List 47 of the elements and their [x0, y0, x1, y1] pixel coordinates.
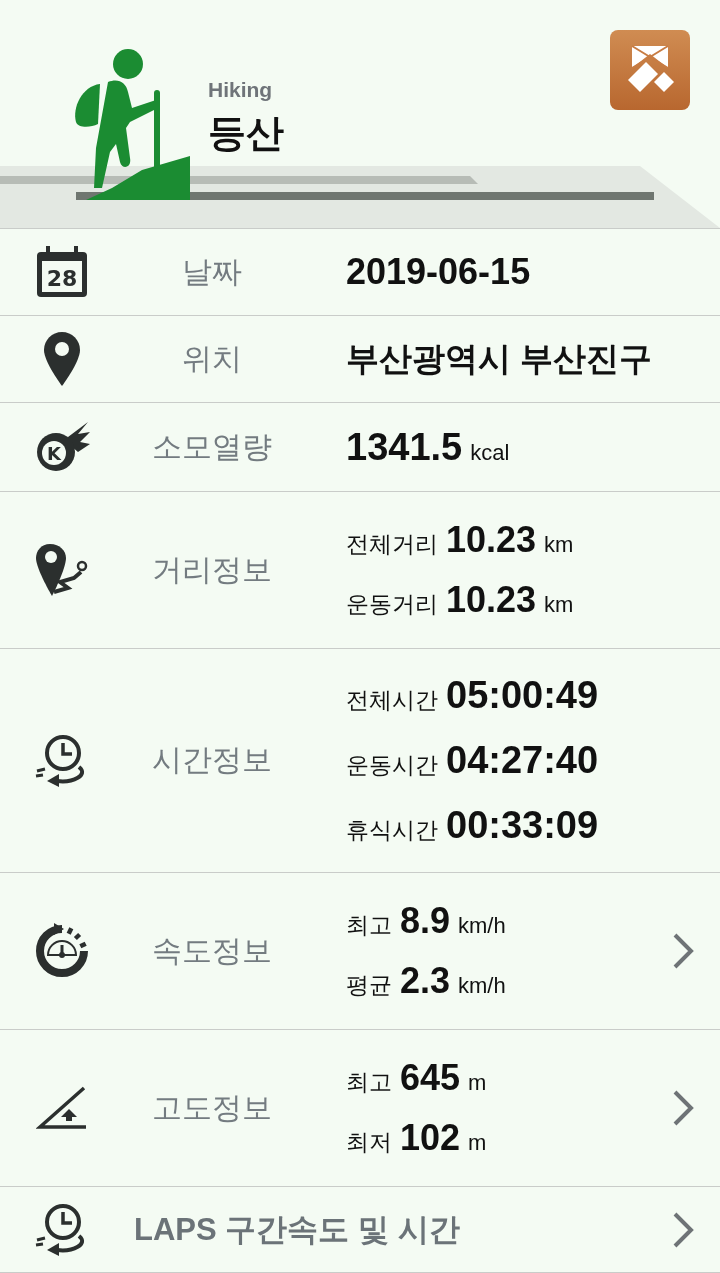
row-value: 부산광역시 부산진구 — [346, 338, 653, 379]
row-label: 거리정보 — [151, 550, 273, 589]
unit-label: m — [468, 1070, 487, 1096]
unit-label: kcal — [470, 439, 510, 466]
chevron-button[interactable] — [672, 1089, 694, 1127]
row-label: 소모열량 — [151, 427, 273, 466]
unit-label: km/h — [458, 973, 506, 999]
metric-label: 최저 — [346, 1128, 392, 1157]
route-pin-icon — [34, 542, 90, 598]
metric-value: 2.3 — [400, 960, 451, 1002]
altitude-slope-icon — [36, 1086, 88, 1130]
metric-label: 전체거리 — [346, 530, 438, 559]
activity-title: 등산 — [208, 110, 284, 157]
row-label: 위치 — [181, 339, 243, 378]
location-pin-icon — [44, 332, 80, 386]
share-button[interactable] — [610, 30, 690, 110]
unit-label: km/h — [458, 913, 506, 939]
speedometer-icon — [34, 923, 90, 979]
unit-label: m — [468, 1130, 487, 1156]
metric-value: 645 — [400, 1057, 461, 1099]
row-label: 속도정보 — [151, 931, 273, 970]
hiker-icon — [72, 48, 192, 200]
chevron-button[interactable] — [672, 932, 694, 970]
activity-subtitle: Hiking — [208, 78, 274, 102]
row-label: 시간정보 — [151, 741, 273, 779]
metric-label: 평균 — [346, 971, 392, 1000]
metric-value: 102 — [400, 1117, 461, 1159]
row-label: 고도정보 — [151, 1088, 273, 1127]
metric-value: 05:00:49 — [446, 674, 599, 717]
metric-label: 전체시간 — [346, 686, 438, 715]
unit-label: km — [544, 592, 574, 618]
metric-value: 00:33:09 — [446, 804, 599, 847]
row-value: 1341.5 — [346, 425, 463, 469]
row-label: 날짜 — [181, 252, 243, 291]
metric-value: 04:27:40 — [446, 739, 599, 782]
metric-label: 운동거리 — [346, 590, 438, 619]
chevron-button[interactable] — [672, 1210, 694, 1249]
row-value: 2019-06-15 — [346, 251, 531, 293]
metric-value: 10.23 — [446, 579, 537, 621]
unit-label: km — [544, 532, 574, 558]
metric-label: 최고 — [346, 1068, 392, 1097]
metric-value: 8.9 — [400, 900, 451, 942]
laps-link[interactable]: LAPS 구간속도 및 시간 — [134, 1208, 672, 1251]
metric-label: 휴식시간 — [346, 816, 438, 845]
metric-label: 최고 — [346, 911, 392, 940]
metric-label: 운동시간 — [346, 751, 438, 780]
metric-value: 10.23 — [446, 519, 537, 561]
